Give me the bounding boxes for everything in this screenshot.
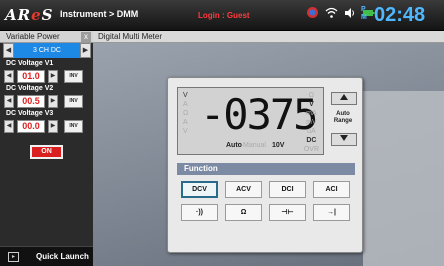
wifi-icon[interactable]	[325, 6, 338, 24]
v2-inv-button[interactable]: INV	[64, 95, 83, 108]
triangle-up-icon	[340, 94, 348, 100]
mode-auto: Auto	[226, 142, 242, 149]
tab-variable-power[interactable]: Variable Power x	[0, 31, 93, 43]
quick-launch-icon: ▸	[8, 252, 19, 262]
v3-increase-button[interactable]: ▶	[48, 120, 58, 133]
func-acv-button[interactable]: ACV	[225, 181, 262, 198]
quick-launch-label: Quick Launch	[36, 252, 89, 261]
tab-label: Digital Multi Meter	[98, 32, 163, 41]
triangle-down-icon	[340, 135, 348, 141]
lcd-right-indicators: Ω V mA mV uA DC OVR	[303, 92, 319, 153]
login-status[interactable]: Login : Guest	[198, 11, 250, 20]
v1-decrease-button[interactable]: ◀	[4, 70, 14, 83]
voltage-v3-control: ◀ 00.0 ▶ INV	[4, 120, 92, 133]
v2-value-field[interactable]: 00.5	[17, 95, 45, 108]
range-up-button[interactable]	[331, 92, 357, 105]
channel-next-button[interactable]: ▶	[80, 43, 91, 58]
function-header: Function	[177, 163, 355, 175]
network-globe-icon[interactable]	[306, 6, 319, 24]
v1-inv-button[interactable]: INV	[64, 70, 83, 83]
main-workspace: Digital Multi Meter V A Ω A V -0375 Ω V …	[93, 31, 444, 266]
lcd-display: V A Ω A V -0375 Ω V mA mV uA DC OVR Auto…	[177, 87, 324, 155]
range-down-button[interactable]	[331, 133, 357, 146]
background-equipment-image	[363, 91, 444, 266]
lcd-reading: -0375	[200, 90, 318, 139]
tab-label: Variable Power	[6, 32, 60, 41]
variable-power-panel: Variable Power x ◀ 3 CH DC ▶ DC Voltage …	[0, 31, 93, 266]
ares-logo: AReS	[5, 6, 54, 24]
volume-icon[interactable]	[344, 6, 356, 24]
quick-launch-button[interactable]: ▸ Quick Launch	[0, 246, 93, 266]
voltage-v3-label: DC Voltage V3	[6, 110, 54, 117]
func-diode-button[interactable]: →|	[313, 204, 350, 221]
function-title: Function	[184, 164, 218, 173]
tab-digital-multi-meter[interactable]: Digital Multi Meter	[93, 31, 444, 43]
v1-increase-button[interactable]: ▶	[48, 70, 58, 83]
voltage-v2-control: ◀ 00.5 ▶ INV	[4, 95, 92, 108]
channel-label: 3 CH DC	[14, 43, 80, 58]
digital-multimeter: V A Ω A V -0375 Ω V mA mV uA DC OVR Auto…	[167, 77, 363, 253]
v3-decrease-button[interactable]: ◀	[4, 120, 14, 133]
range-value: 10V	[272, 142, 285, 149]
voltage-v1-control: ◀ 01.0 ▶ INV	[4, 70, 92, 83]
power-on-button[interactable]: ON	[30, 145, 63, 159]
mode-manual: Manual	[243, 142, 266, 149]
func-resistance-button[interactable]: Ω	[225, 204, 262, 221]
voltage-v2-label: DC Voltage V2	[6, 85, 54, 92]
breadcrumb: Instrument > DMM	[60, 9, 139, 19]
func-aci-button[interactable]: ACI	[313, 181, 350, 198]
lcd-left-indicators: V A Ω A V	[183, 92, 189, 135]
func-dcv-button[interactable]: DCV	[181, 181, 218, 198]
v2-decrease-button[interactable]: ◀	[4, 95, 14, 108]
channel-prev-button[interactable]: ◀	[3, 43, 14, 58]
auto-range-label[interactable]: Auto Range	[329, 111, 357, 125]
top-bar: AReS Instrument > DMM Login : Guest P M …	[0, 0, 444, 31]
clock: 02:48	[374, 4, 426, 26]
am-pm-indicator: P M	[361, 6, 367, 21]
v2-increase-button[interactable]: ▶	[48, 95, 58, 108]
v1-value-field[interactable]: 01.0	[17, 70, 45, 83]
v3-inv-button[interactable]: INV	[64, 120, 83, 133]
voltage-v1-label: DC Voltage V1	[6, 60, 54, 67]
v3-value-field[interactable]: 00.0	[17, 120, 45, 133]
close-icon[interactable]: x	[81, 32, 91, 42]
channel-selector: ◀ 3 CH DC ▶	[3, 43, 91, 58]
func-capacitance-button[interactable]: ⊣⊢	[269, 204, 306, 221]
func-dci-button[interactable]: DCI	[269, 181, 306, 198]
func-continuity-button[interactable]: ·))	[181, 204, 218, 221]
